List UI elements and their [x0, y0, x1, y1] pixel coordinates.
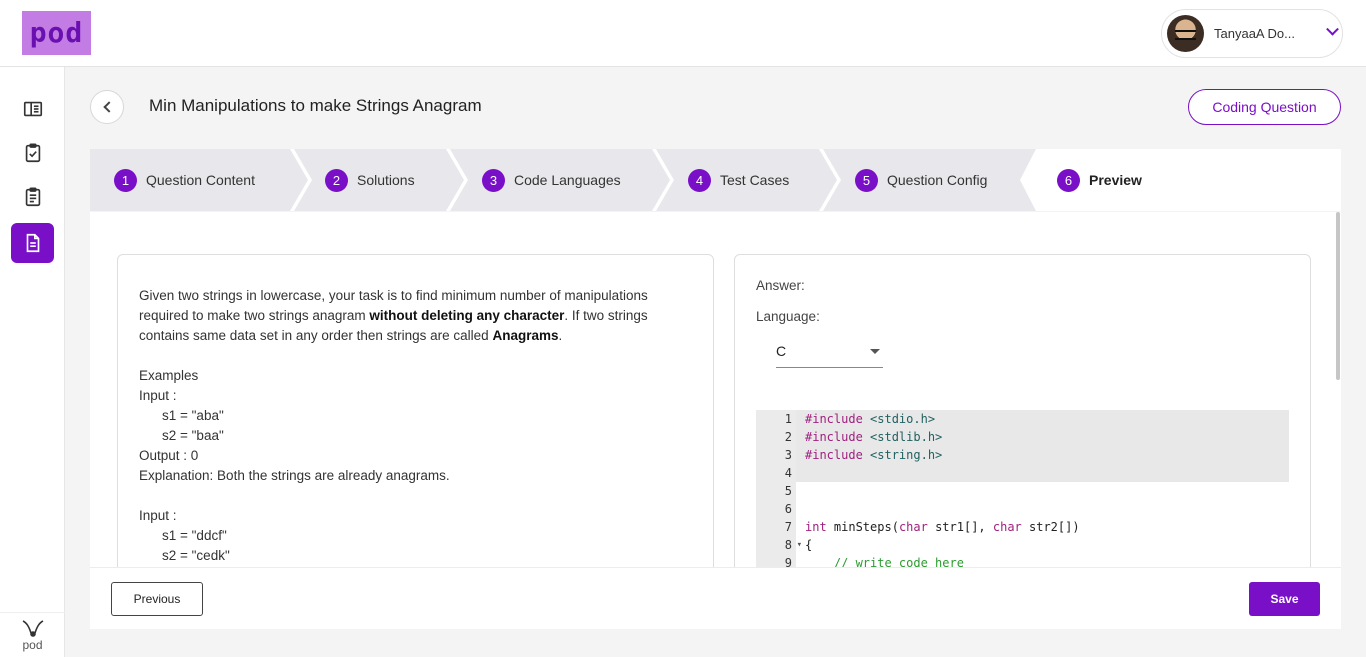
step-label: Code Languages	[514, 172, 621, 188]
code-line: 9 // write code here	[756, 554, 1289, 567]
example-output: Output : 0	[139, 448, 199, 463]
nav-item-tasks[interactable]	[11, 133, 54, 173]
code-line: 4	[756, 464, 1289, 482]
answer-card: Answer: Language: C 1 #include <stdio.h> …	[734, 254, 1311, 567]
user-menu[interactable]: TanyaaA Do...	[1161, 9, 1343, 58]
clipboard-check-icon	[25, 143, 40, 163]
example-input-label: Input :	[139, 508, 177, 523]
page-title: Min Manipulations to make Strings Anagra…	[149, 96, 482, 115]
chevron-left-icon	[103, 101, 115, 113]
question-card: Given two strings in lowercase, your tas…	[117, 254, 714, 567]
pod-logo[interactable]: pod	[22, 11, 91, 55]
step-number: 1	[114, 168, 137, 192]
nav-item-questions[interactable]	[11, 223, 54, 263]
clipboard-list-icon	[25, 187, 40, 207]
code-editor[interactable]: 1 #include <stdio.h> 2 #include <stdlib.h>…	[756, 410, 1289, 567]
step-number: 2	[325, 168, 348, 192]
caret-down-icon	[870, 348, 880, 354]
example-s1: s1 = "ddcf"	[162, 528, 227, 543]
scrollbar-thumb[interactable]	[1336, 212, 1340, 380]
logo-text: pod	[29, 16, 84, 49]
step-label: Preview	[1089, 172, 1142, 188]
code-line: 5	[756, 482, 1289, 500]
step-code-languages[interactable]: 3 Code Languages	[482, 149, 621, 211]
example-s2: s2 = "cedk"	[162, 548, 230, 563]
language-select[interactable]: C	[776, 335, 883, 368]
code-line: 8{	[756, 536, 1289, 554]
code-line: 3 #include <string.h>	[756, 446, 1289, 464]
answer-label: Answer:	[756, 278, 805, 293]
language-label: Language:	[756, 309, 820, 324]
question-text: Given two strings in lowercase, your tas…	[139, 286, 694, 566]
save-button[interactable]: Save	[1249, 582, 1320, 616]
code-line: 7 int minSteps(char str1[], char str2[])	[756, 518, 1289, 536]
step-solutions[interactable]: 2 Solutions	[325, 149, 415, 211]
book-open-icon	[23, 101, 42, 117]
step-question-config[interactable]: 5 Question Config	[855, 149, 987, 211]
step-label: Solutions	[357, 172, 415, 188]
footer-bar: Previous Save	[90, 567, 1341, 629]
bottom-pod-logo: pod	[0, 612, 65, 657]
examples-heading: Examples	[139, 368, 199, 383]
step-preview[interactable]: 6 Preview	[1057, 149, 1142, 211]
code-line: 2 #include <stdlib.h>	[756, 428, 1289, 446]
previous-button[interactable]: Previous	[111, 582, 203, 616]
step-number: 3	[482, 168, 505, 192]
back-button[interactable]	[90, 90, 124, 124]
example-explanation: Explanation: Both the strings are alread…	[139, 468, 450, 483]
chevron-down-icon	[1326, 22, 1339, 36]
top-bar: pod TanyaaA Do...	[0, 0, 1366, 67]
step-number: 4	[688, 168, 711, 192]
example-input-label: Input :	[139, 388, 177, 403]
step-label: Question Config	[887, 172, 988, 188]
scrollbar[interactable]	[1335, 212, 1341, 567]
step-number: 5	[855, 168, 878, 192]
question-type-badge: Coding Question	[1188, 89, 1341, 125]
nav-item-assessments[interactable]	[11, 177, 54, 217]
step-label: Test Cases	[720, 172, 790, 188]
example-s1: s1 = "aba"	[162, 408, 224, 423]
avatar	[1167, 15, 1204, 52]
step-question-content[interactable]: 1 Question Content	[114, 149, 255, 211]
step-test-cases[interactable]: 4 Test Cases	[688, 149, 789, 211]
step-label: Question Content	[146, 172, 255, 188]
stepper: 1 Question Content 2 Solutions 3 Code La…	[90, 149, 1341, 211]
language-value: C	[776, 343, 787, 359]
code-line: 1 #include <stdio.h>	[756, 410, 1289, 428]
step-number: 6	[1057, 168, 1080, 192]
nav-item-library[interactable]	[11, 89, 54, 129]
example-s2: s2 = "baa"	[162, 428, 224, 443]
preview-content: Given two strings in lowercase, your tas…	[90, 212, 1341, 567]
document-icon	[26, 233, 39, 253]
pod-mark-icon	[22, 619, 43, 637]
code-line: 6	[756, 500, 1289, 518]
question-description: Given two strings in lowercase, your tas…	[139, 288, 648, 343]
left-sidebar: pod	[0, 67, 65, 657]
bottom-logo-text: pod	[22, 637, 43, 652]
user-name: TanyaaA Do...	[1214, 26, 1295, 41]
